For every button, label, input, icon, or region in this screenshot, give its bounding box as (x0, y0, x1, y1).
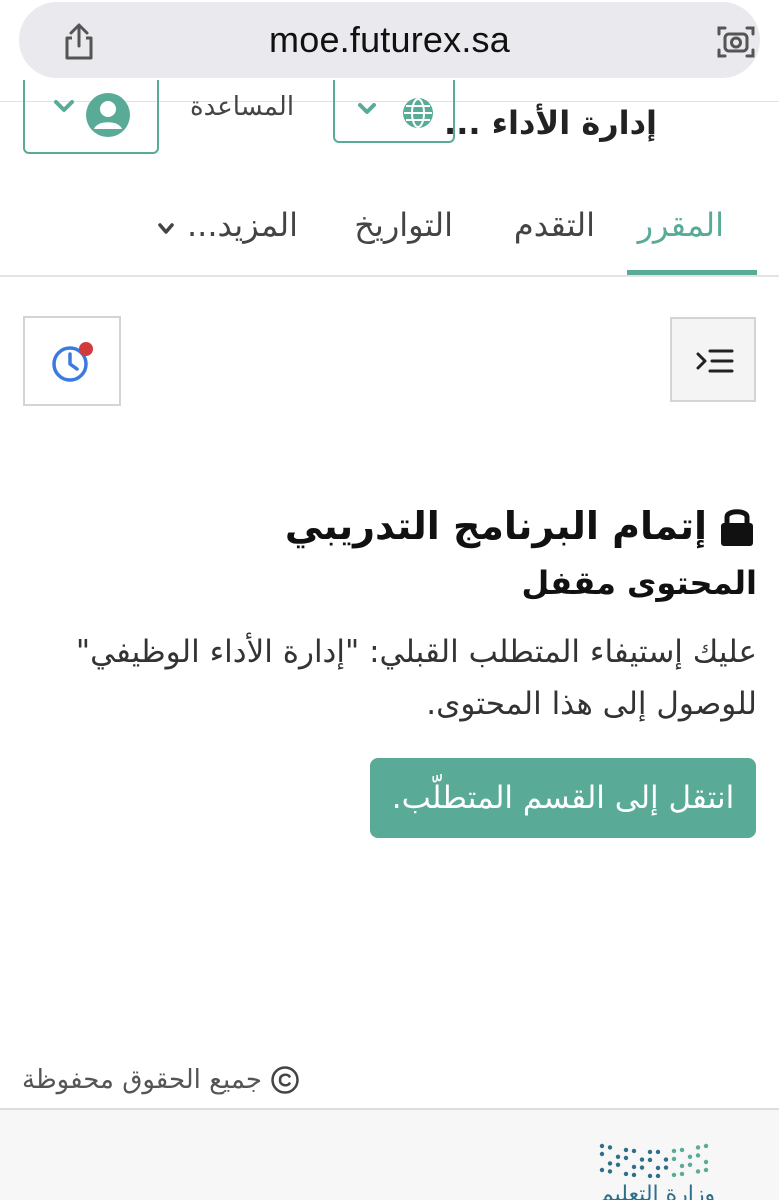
tab-more[interactable]: المزيد... (187, 206, 298, 244)
course-outline-icon (696, 349, 734, 373)
copyright-text: جميع الحقوق محفوظة (22, 1065, 262, 1095)
chevron-down-icon[interactable] (157, 222, 175, 236)
lock-icon (721, 509, 753, 546)
copyright-notice: جميع الحقوق محفوظة (22, 1060, 300, 1100)
user-avatar-icon (86, 93, 130, 137)
course-title[interactable]: إدارة الأداء ... (444, 104, 657, 142)
address-bar[interactable]: moe.futurex.sa (19, 2, 760, 78)
course-outline-toggle-button[interactable] (670, 317, 756, 402)
locked-unit-heading: إتمام البرنامج التدريبي (285, 500, 757, 552)
tab-progress[interactable]: التقدم (514, 206, 595, 244)
url-text[interactable]: moe.futurex.sa (19, 2, 760, 78)
prerequisite-message: عليك إستيفاء المتطلب القبلي: "إدارة الأد… (75, 634, 757, 722)
course-tabs: المقرر التقدم التواريخ المزيد... (0, 190, 779, 278)
copyright-icon (271, 1066, 299, 1094)
chevron-down-icon (54, 100, 74, 112)
tabs-divider (0, 275, 779, 277)
camera-search-icon[interactable] (715, 22, 757, 62)
globe-icon (403, 98, 433, 128)
language-selector-button[interactable] (333, 80, 455, 143)
unit-title: إتمام البرنامج التدريبي (284, 504, 707, 548)
ministry-logo-text: وزارة التعليم (600, 1182, 716, 1200)
tab-dates[interactable]: التواريخ (354, 206, 453, 244)
clock-notification-icon (52, 342, 93, 382)
tab-course[interactable]: المقرر (638, 206, 724, 244)
account-menu-button[interactable] (23, 80, 159, 154)
notifications-history-button[interactable] (23, 316, 121, 406)
locked-status-label: المحتوى مقفل (521, 564, 757, 602)
go-to-prerequisite-button[interactable]: انتقل إلى القسم المتطلّب. (370, 758, 756, 838)
help-link[interactable]: المساعدة (190, 92, 294, 122)
chevron-down-icon (358, 103, 376, 114)
